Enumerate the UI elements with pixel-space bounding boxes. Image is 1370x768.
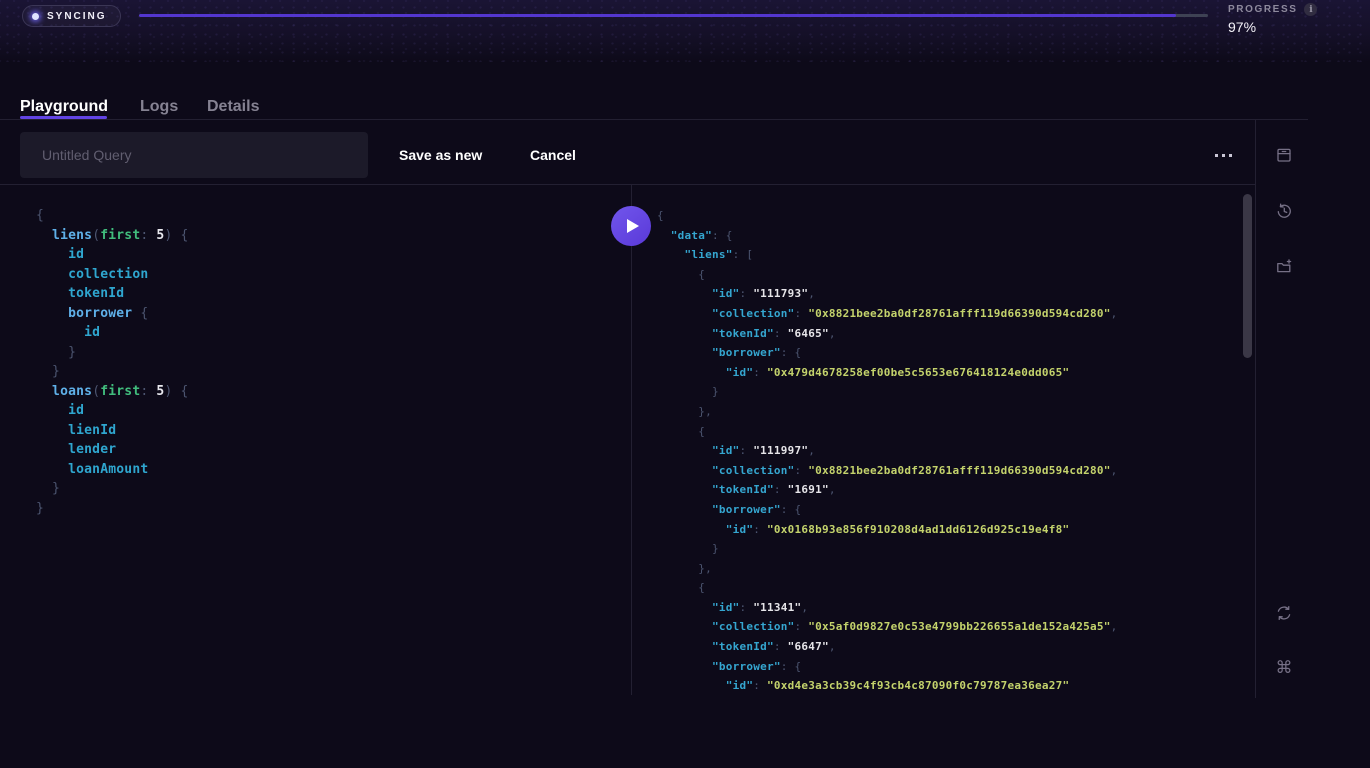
code-line: "borrower": { — [657, 657, 1240, 677]
code-line: { — [657, 422, 1240, 442]
code-line: id — [36, 401, 630, 421]
code-line: borrower { — [36, 304, 630, 324]
code-line: liens(first: 5) { — [36, 226, 630, 246]
code-line: "borrower": { — [657, 343, 1240, 363]
tabs-divider — [0, 119, 1308, 120]
syncing-pulse-dot-icon — [32, 13, 39, 20]
code-line: { — [657, 578, 1240, 598]
code-line: } — [36, 362, 630, 382]
info-icon[interactable]: i — [1304, 3, 1317, 16]
syncing-label: SYNCING — [47, 11, 107, 22]
code-line: } — [36, 479, 630, 499]
code-line: "data": { — [657, 226, 1240, 246]
code-line: "tokenId": "6465", — [657, 324, 1240, 344]
code-line: lienId — [36, 421, 630, 441]
top-status-bar: SYNCING PROGRESS i 97% — [0, 0, 1370, 62]
response-scrollbar[interactable] — [1243, 194, 1252, 358]
code-line: loans(first: 5) { — [36, 382, 630, 402]
code-line: }, — [657, 402, 1240, 422]
sync-progress-bar — [139, 14, 1208, 17]
ellipsis-icon — [1215, 154, 1218, 157]
code-line: } — [657, 539, 1240, 559]
code-line: "id": "0x0168b93e856f910208d4ad1dd6126d9… — [657, 520, 1240, 540]
code-line: } — [36, 343, 630, 363]
play-icon — [627, 219, 639, 233]
sidebar-divider — [1255, 120, 1256, 698]
query-response-viewer[interactable]: { "data": { "liens": [ { "id": "111793",… — [632, 185, 1240, 697]
tab-details[interactable]: Details — [207, 98, 259, 116]
code-line: } — [657, 382, 1240, 402]
code-line: { — [36, 206, 630, 226]
command-menu-icon[interactable]: ⌘ — [1275, 659, 1293, 677]
cancel-button[interactable]: Cancel — [530, 132, 576, 178]
history-icon[interactable] — [1275, 202, 1293, 220]
code-line: "id": "0xd4e3a3cb39c4f93cb4c87090f0c7978… — [657, 676, 1240, 696]
code-line: "id": "111793", — [657, 284, 1240, 304]
code-line: } — [36, 499, 630, 519]
code-line: "id": "11341", — [657, 598, 1240, 618]
more-options-button[interactable] — [1206, 141, 1240, 169]
code-line: "tokenId": "6647", — [657, 637, 1240, 657]
code-line: "id": "0x479d4678258ef00be5c5653e6764181… — [657, 363, 1240, 383]
code-line: id — [36, 323, 630, 343]
code-line: loanAmount — [36, 460, 630, 480]
progress-fill — [139, 14, 1176, 17]
progress-label: PROGRESS — [1228, 4, 1297, 15]
saved-queries-icon[interactable] — [1275, 146, 1293, 164]
code-line: id — [36, 245, 630, 265]
code-line: "tokenId": "1691", — [657, 480, 1240, 500]
code-line: }, — [657, 559, 1240, 579]
code-line: lender — [36, 440, 630, 460]
code-line: collection — [36, 265, 630, 285]
tab-logs[interactable]: Logs — [140, 98, 178, 116]
code-line: { — [657, 206, 1240, 226]
progress-value: 97% — [1228, 19, 1317, 35]
code-line: "collection": "0x5af0d9827e0c53e4799bb22… — [657, 617, 1240, 637]
code-line: "liens": [ — [657, 245, 1240, 265]
save-as-new-button[interactable]: Save as new — [399, 132, 482, 178]
execute-query-button[interactable] — [611, 206, 651, 246]
graphql-query-editor[interactable]: { liens(first: 5) { id collection tokenI… — [0, 185, 630, 697]
code-line: "id": "111997", — [657, 441, 1240, 461]
progress-readout: PROGRESS i 97% — [1228, 3, 1317, 35]
playground-page: SYNCING PROGRESS i 97% Playground Logs D… — [0, 0, 1370, 768]
new-folder-icon[interactable] — [1275, 258, 1293, 276]
syncing-status-badge: SYNCING — [22, 5, 121, 27]
code-line: tokenId — [36, 284, 630, 304]
code-line: "collection": "0x8821bee2ba0df28761afff1… — [657, 304, 1240, 324]
tab-playground[interactable]: Playground — [20, 98, 108, 116]
code-line: "borrower": { — [657, 500, 1240, 520]
code-line: "collection": "0x8821bee2ba0df28761afff1… — [657, 461, 1240, 481]
query-name-input[interactable] — [20, 132, 368, 178]
code-line: { — [657, 265, 1240, 285]
refresh-icon[interactable] — [1275, 604, 1293, 622]
